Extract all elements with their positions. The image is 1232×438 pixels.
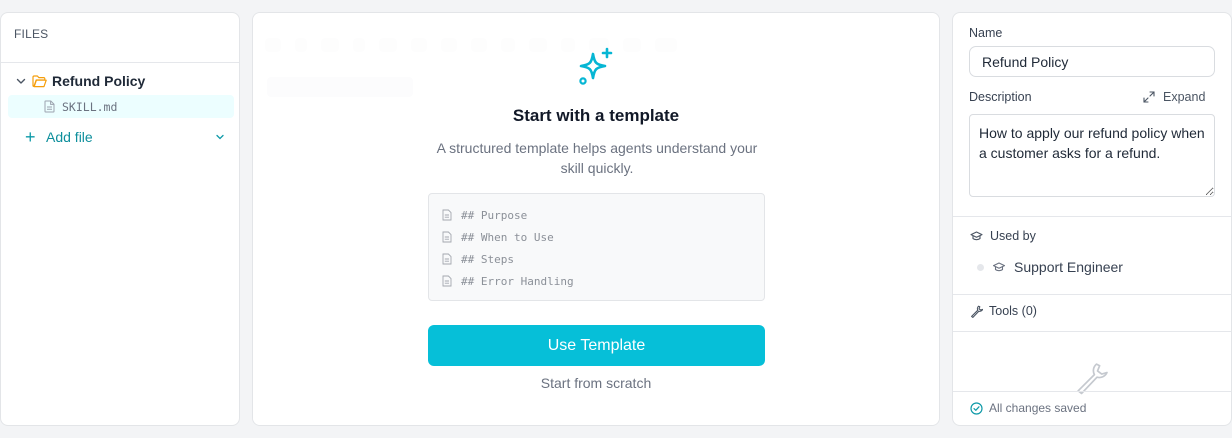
- divider: [953, 294, 1231, 295]
- template-line: ## When to Use: [429, 226, 764, 248]
- plus-icon: +: [25, 127, 36, 147]
- editor-panel: Start with a template A structured templ…: [252, 12, 940, 426]
- template-line-text: ## When to Use: [461, 230, 554, 244]
- tools-header[interactable]: Tools (0): [970, 304, 1037, 318]
- file-skill-md[interactable]: SKILL.md: [8, 95, 234, 118]
- used-by-item-name: Support Engineer: [1014, 259, 1123, 275]
- name-input[interactable]: [969, 46, 1215, 77]
- status-dot: [977, 263, 984, 271]
- wrench-icon: [1077, 363, 1108, 395]
- start-from-scratch-link[interactable]: Start from scratch: [253, 375, 939, 391]
- used-by-header: Used by: [970, 229, 1036, 243]
- wrench-icon: [971, 305, 983, 318]
- template-line-text: ## Purpose: [461, 208, 528, 222]
- divider: [953, 216, 1231, 217]
- empty-state-description: A structured template helps agents under…: [436, 140, 758, 176]
- expand-icon: [1143, 91, 1155, 103]
- graduation-cap-icon: [992, 261, 1006, 271]
- divider: [953, 331, 1231, 332]
- file-text-icon: [442, 253, 452, 265]
- file-icon: [44, 100, 55, 113]
- template-line: ## Error Handling: [429, 270, 764, 292]
- file-text-icon: [442, 231, 452, 243]
- file-text-icon: [442, 275, 452, 287]
- save-status-text: All changes saved: [989, 401, 1087, 415]
- description-label: Description: [969, 90, 1032, 104]
- template-line-text: ## Steps: [461, 252, 514, 266]
- empty-state-title: Start with a template: [512, 106, 680, 125]
- properties-panel: Name Description Expand How to apply our…: [952, 12, 1232, 426]
- divider: [953, 391, 1231, 392]
- tools-label: Tools (0): [989, 304, 1037, 318]
- file-name: SKILL.md: [62, 99, 118, 114]
- divider: [1, 62, 239, 63]
- file-text-icon: [442, 209, 452, 221]
- template-preview: ## Purpose ## When to Use ## Steps ## Er…: [428, 193, 765, 301]
- used-by-item[interactable]: Support Engineer: [977, 259, 1123, 275]
- folder-name: Refund Policy: [52, 73, 146, 89]
- description-textarea[interactable]: How to apply our refund policy when a cu…: [969, 114, 1215, 197]
- chevron-down-icon: [16, 78, 26, 84]
- name-label: Name: [969, 26, 1003, 40]
- used-by-label: Used by: [990, 229, 1036, 243]
- use-template-button[interactable]: Use Template: [428, 325, 765, 366]
- add-file-button[interactable]: + Add file: [25, 127, 225, 147]
- template-line-text: ## Error Handling: [461, 274, 574, 288]
- graduation-cap-icon: [970, 230, 983, 240]
- folder-open-icon: [32, 74, 47, 87]
- save-status: All changes saved: [970, 401, 1086, 415]
- check-circle-icon: [970, 401, 983, 415]
- chevron-down-icon: [216, 134, 224, 140]
- empty-state: Start with a template A structured templ…: [253, 13, 939, 425]
- add-file-label: Add file: [46, 129, 93, 145]
- template-line: ## Purpose: [429, 204, 764, 226]
- files-title: FILES: [14, 27, 49, 41]
- sparkles-icon: [579, 47, 613, 85]
- expand-button[interactable]: Expand: [1143, 90, 1205, 104]
- folder-refund-policy[interactable]: Refund Policy: [15, 71, 145, 91]
- files-panel: FILES Refund Policy SKILL.md + Add file: [0, 12, 240, 426]
- template-line: ## Steps: [429, 248, 764, 270]
- expand-label: Expand: [1163, 90, 1206, 104]
